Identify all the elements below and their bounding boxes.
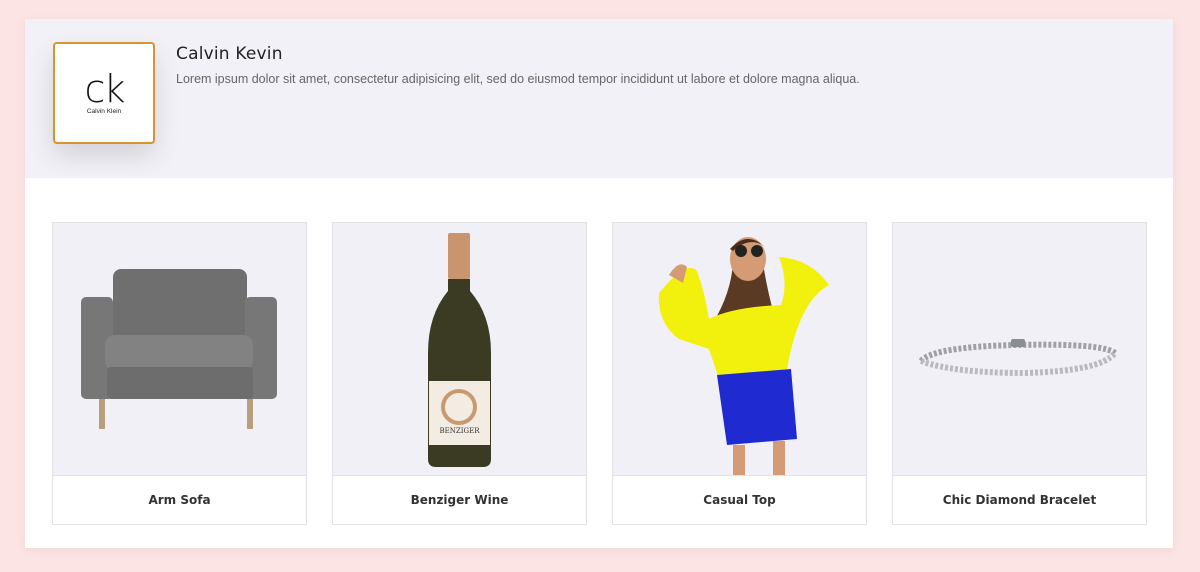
- brand-description: Lorem ipsum dolor sit amet, consectetur …: [176, 72, 860, 86]
- product-name[interactable]: Casual Top: [613, 475, 866, 524]
- product-card[interactable]: Casual Top: [612, 222, 867, 525]
- product-name[interactable]: Benziger Wine: [333, 475, 586, 524]
- product-card[interactable]: Arm Sofa: [52, 222, 307, 525]
- bracelet-icon: [918, 339, 1118, 377]
- brand-name[interactable]: Calvin Kevin: [176, 44, 283, 64]
- casual-top-image[interactable]: [613, 223, 866, 475]
- wine-image[interactable]: BENZIGER: [333, 223, 586, 475]
- model-icon: [658, 237, 829, 475]
- product-card[interactable]: Chic Diamond Bracelet: [892, 222, 1147, 525]
- sofa-icon: [81, 269, 277, 429]
- brand-header: ck Calvin Klein Calvin Kevin Lorem ipsum…: [25, 19, 1173, 178]
- product-name[interactable]: Chic Diamond Bracelet: [893, 475, 1146, 524]
- wine-bottle-icon: BENZIGER: [428, 233, 491, 467]
- brand-logo[interactable]: ck Calvin Klein: [53, 42, 155, 144]
- wine-label-text: BENZIGER: [440, 427, 481, 435]
- product-name[interactable]: Arm Sofa: [53, 475, 306, 524]
- bracelet-image[interactable]: [893, 223, 1146, 475]
- brand-card: ck Calvin Klein Calvin Kevin Lorem ipsum…: [25, 19, 1173, 548]
- logo-text: Calvin Klein: [86, 107, 122, 115]
- sofa-image[interactable]: [53, 223, 306, 475]
- logo-mark: ck: [84, 66, 126, 111]
- product-card[interactable]: BENZIGER Benziger Wine: [332, 222, 587, 525]
